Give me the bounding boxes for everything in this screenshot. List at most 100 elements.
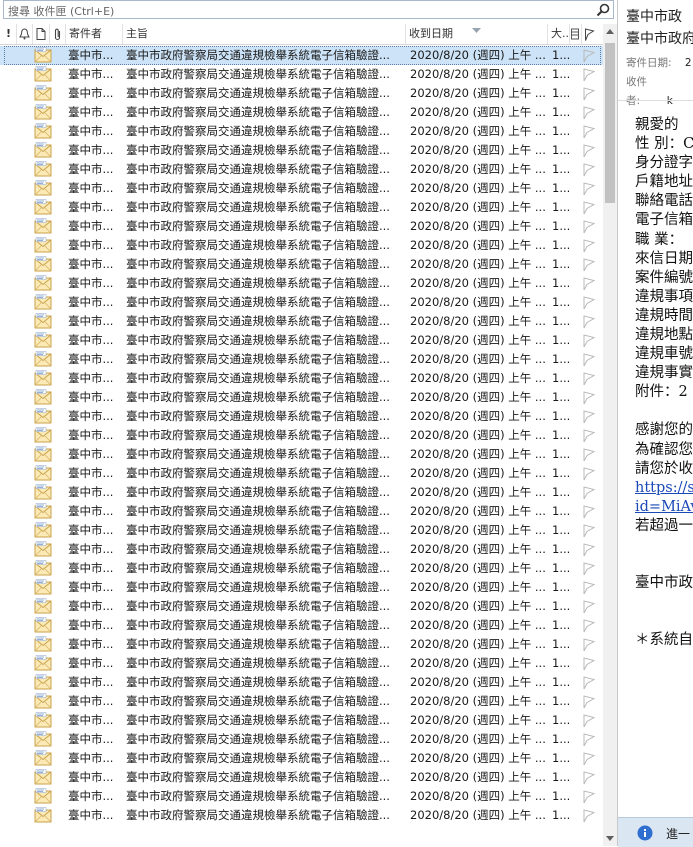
column-category[interactable] [570, 24, 582, 44]
flag-icon[interactable] [582, 48, 596, 63]
body-link[interactable]: https://su [635, 479, 693, 498]
table-row[interactable]: 臺中市... 臺中市政府警察局交通違規檢舉系統電子信箱驗證... 2020/8/20… [0, 350, 603, 369]
flag-icon[interactable] [582, 86, 596, 101]
flag-icon[interactable] [582, 751, 596, 766]
table-row[interactable]: 臺中市... 臺中市政府警察局交通違規檢舉系統電子信箱驗證... 2020/8/20… [0, 65, 603, 84]
table-row[interactable]: 臺中市... 臺中市政府警察局交通違規檢舉系統電子信箱驗證... 2020/8/20… [0, 236, 603, 255]
table-row[interactable]: 臺中市... 臺中市政府警察局交通違規檢舉系統電子信箱驗證... 2020/8/20… [0, 103, 603, 122]
scroll-down-icon[interactable] [603, 830, 617, 846]
flag-icon[interactable] [582, 162, 596, 177]
flag-icon[interactable] [582, 485, 596, 500]
flag-icon[interactable] [582, 580, 596, 595]
table-row[interactable]: 臺中市... 臺中市政府警察局交通違規檢舉系統電子信箱驗證... 2020/8/20… [0, 141, 603, 160]
table-row[interactable]: 臺中市... 臺中市政府警察局交通違規檢舉系統電子信箱驗證... 2020/8/20… [0, 787, 603, 806]
flag-icon[interactable] [582, 428, 596, 443]
flag-icon[interactable] [582, 352, 596, 367]
flag-icon[interactable] [582, 67, 596, 82]
flag-icon[interactable] [582, 390, 596, 405]
table-row[interactable]: 臺中市... 臺中市政府警察局交通違規檢舉系統電子信箱驗證... 2020/8/20… [0, 160, 603, 179]
flag-icon[interactable] [582, 561, 596, 576]
scroll-up-icon[interactable] [603, 24, 617, 40]
table-row[interactable]: 臺中市... 臺中市政府警察局交通違規檢舉系統電子信箱驗證... 2020/8/20… [0, 730, 603, 749]
flag-icon[interactable] [582, 542, 596, 557]
flag-icon[interactable] [582, 257, 596, 272]
flag-icon[interactable] [582, 466, 596, 481]
table-row[interactable]: 臺中市... 臺中市政府警察局交通違規檢舉系統電子信箱驗證... 2020/8/20… [0, 388, 603, 407]
table-row[interactable]: 臺中市... 臺中市政府警察局交通違規檢舉系統電子信箱驗證... 2020/8/20… [0, 711, 603, 730]
flag-icon[interactable] [582, 637, 596, 652]
flag-icon[interactable] [582, 523, 596, 538]
flag-icon[interactable] [582, 181, 596, 196]
flag-icon[interactable] [582, 371, 596, 386]
table-row[interactable]: 臺中市... 臺中市政府警察局交通違規檢舉系統電子信箱驗證... 2020/8/20… [0, 559, 603, 578]
table-row[interactable]: 臺中市... 臺中市政府警察局交通違規檢舉系統電子信箱驗證... 2020/8/20… [0, 445, 603, 464]
column-attachment[interactable] [50, 24, 66, 44]
column-icon[interactable] [33, 24, 50, 44]
table-row[interactable]: 臺中市... 臺中市政府警察局交通違規檢舉系統電子信箱驗證... 2020/8/20… [0, 331, 603, 350]
flag-icon[interactable] [582, 770, 596, 785]
table-row[interactable]: 臺中市... 臺中市政府警察局交通違規檢舉系統電子信箱驗證... 2020/8/20… [0, 521, 603, 540]
table-row[interactable]: 臺中市... 臺中市政府警察局交通違規檢舉系統電子信箱驗證... 2020/8/20… [0, 293, 603, 312]
table-row[interactable]: 臺中市... 臺中市政府警察局交通違規檢舉系統電子信箱驗證... 2020/8/20… [0, 407, 603, 426]
vertical-scrollbar[interactable] [603, 24, 617, 846]
table-row[interactable]: 臺中市... 臺中市政府警察局交通違規檢舉系統電子信箱驗證... 2020/8/20… [0, 426, 603, 445]
column-size[interactable]: 大... [548, 24, 570, 44]
flag-icon[interactable] [582, 618, 596, 633]
column-flag[interactable] [582, 24, 603, 44]
column-importance[interactable]: ! [0, 24, 17, 44]
flag-icon[interactable] [582, 732, 596, 747]
flag-icon[interactable] [582, 314, 596, 329]
table-row[interactable]: 臺中市... 臺中市政府警察局交通違規檢舉系統電子信箱驗證... 2020/8/20… [0, 616, 603, 635]
table-row[interactable]: 臺中市... 臺中市政府警察局交通違規檢舉系統電子信箱驗證... 2020/8/20… [0, 312, 603, 331]
table-row[interactable]: 臺中市... 臺中市政府警察局交通違規檢舉系統電子信箱驗證... 2020/8/20… [0, 692, 603, 711]
flag-icon[interactable] [582, 143, 596, 158]
table-row[interactable]: 臺中市... 臺中市政府警察局交通違規檢舉系統電子信箱驗證... 2020/8/20… [0, 274, 603, 293]
flag-icon[interactable] [582, 219, 596, 234]
column-subject[interactable]: 主旨 [123, 24, 406, 44]
table-row[interactable]: 臺中市... 臺中市政府警察局交通違規檢舉系統電子信箱驗證... 2020/8/20… [0, 673, 603, 692]
table-row[interactable]: 臺中市... 臺中市政府警察局交通違規檢舉系統電子信箱驗證... 2020/8/20… [0, 635, 603, 654]
search-icon[interactable] [595, 2, 611, 18]
table-row[interactable]: 臺中市... 臺中市政府警察局交通違規檢舉系統電子信箱驗證... 2020/8/20… [0, 217, 603, 236]
table-row[interactable]: 臺中市... 臺中市政府警察局交通違規檢舉系統電子信箱驗證... 2020/8/20… [0, 806, 603, 825]
table-row[interactable]: 臺中市... 臺中市政府警察局交通違規檢舉系統電子信箱驗證... 2020/8/20… [0, 369, 603, 388]
flag-icon[interactable] [582, 599, 596, 614]
table-row[interactable]: 臺中市... 臺中市政府警察局交通違規檢舉系統電子信箱驗證... 2020/8/20… [0, 198, 603, 217]
info-bar[interactable]: 進一 [618, 817, 693, 847]
flag-icon[interactable] [582, 713, 596, 728]
column-received[interactable]: 收到日期 [406, 24, 548, 44]
flag-icon[interactable] [582, 447, 596, 462]
flag-icon[interactable] [582, 105, 596, 120]
table-row[interactable]: 臺中市... 臺中市政府警察局交通違規檢舉系統電子信箱驗證... 2020/8/20… [0, 84, 603, 103]
table-row[interactable]: 臺中市... 臺中市政府警察局交通違規檢舉系統電子信箱驗證... 2020/8/20… [0, 255, 603, 274]
flag-icon[interactable] [582, 124, 596, 139]
flag-icon[interactable] [582, 656, 596, 671]
flag-icon[interactable] [582, 504, 596, 519]
flag-icon[interactable] [582, 295, 596, 310]
flag-icon[interactable] [582, 694, 596, 709]
table-row[interactable]: 臺中市... 臺中市政府警察局交通違規檢舉系統電子信箱驗證... 2020/8/20… [0, 122, 603, 141]
table-row[interactable]: 臺中市... 臺中市政府警察局交通違規檢舉系統電子信箱驗證... 2020/8/20… [0, 46, 603, 65]
flag-icon[interactable] [582, 276, 596, 291]
table-row[interactable]: 臺中市... 臺中市政府警察局交通違規檢舉系統電子信箱驗證... 2020/8/20… [0, 502, 603, 521]
table-row[interactable]: 臺中市... 臺中市政府警察局交通違規檢舉系統電子信箱驗證... 2020/8/20… [0, 179, 603, 198]
table-row[interactable]: 臺中市... 臺中市政府警察局交通違規檢舉系統電子信箱驗證... 2020/8/20… [0, 483, 603, 502]
table-row[interactable]: 臺中市... 臺中市政府警察局交通違規檢舉系統電子信箱驗證... 2020/8/20… [0, 464, 603, 483]
flag-icon[interactable] [582, 238, 596, 253]
flag-icon[interactable] [582, 808, 596, 823]
table-row[interactable]: 臺中市... 臺中市政府警察局交通違規檢舉系統電子信箱驗證... 2020/8/20… [0, 654, 603, 673]
flag-icon[interactable] [582, 333, 596, 348]
flag-icon[interactable] [582, 789, 596, 804]
body-link[interactable]: id=MiAv [635, 498, 693, 517]
to-value[interactable]: k [667, 95, 673, 107]
table-row[interactable]: 臺中市... 臺中市政府警察局交通違規檢舉系統電子信箱驗證... 2020/8/20… [0, 749, 603, 768]
table-row[interactable]: 臺中市... 臺中市政府警察局交通違規檢舉系統電子信箱驗證... 2020/8/20… [0, 578, 603, 597]
table-row[interactable]: 臺中市... 臺中市政府警察局交通違規檢舉系統電子信箱驗證... 2020/8/20… [0, 540, 603, 559]
scrollbar-thumb[interactable] [605, 43, 615, 203]
table-row[interactable]: 臺中市... 臺中市政府警察局交通違規檢舉系統電子信箱驗證... 2020/8/20… [0, 597, 603, 616]
column-reminder[interactable] [17, 24, 33, 44]
search-input[interactable]: 搜尋 收件匣 (Ctrl+E) [3, 0, 614, 19]
flag-icon[interactable] [582, 675, 596, 690]
column-from[interactable]: 寄件者 [66, 24, 123, 44]
flag-icon[interactable] [582, 409, 596, 424]
